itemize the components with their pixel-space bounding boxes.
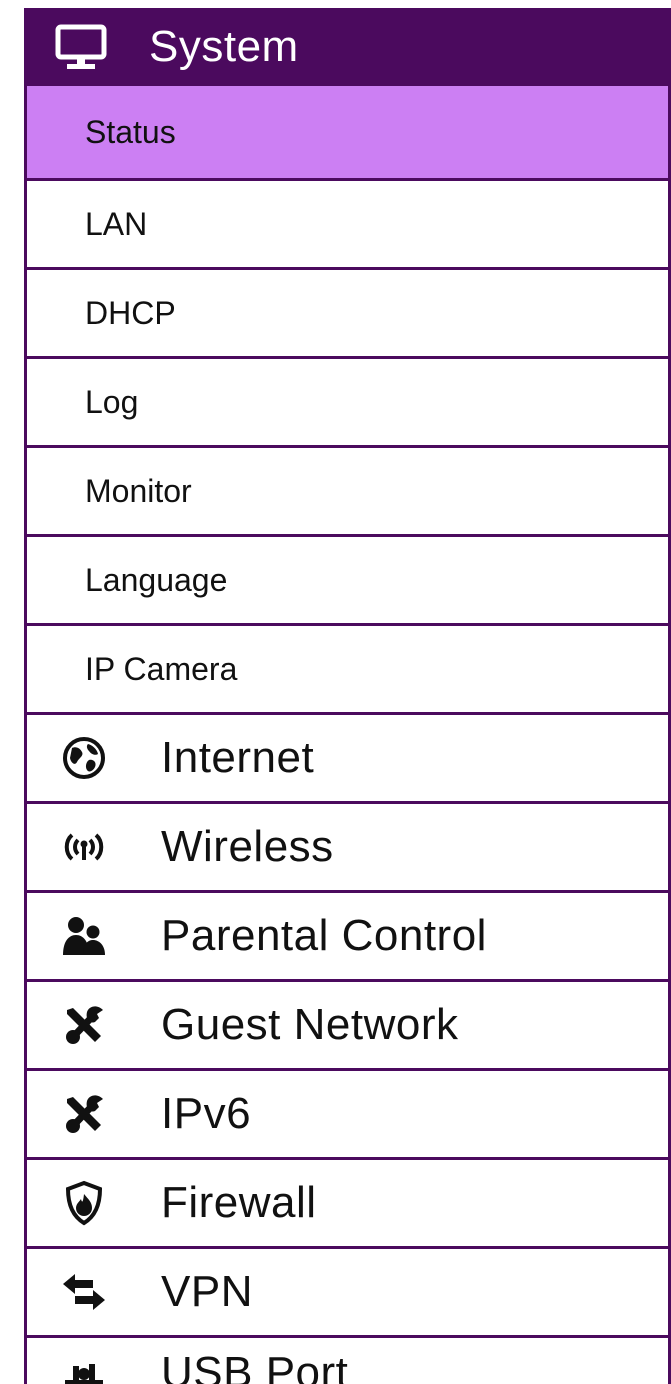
menu-section-label: IPv6 [161,1089,252,1138]
submenu-item-lan[interactable]: LAN [27,178,668,267]
menu-section-system[interactable]: System [27,8,668,86]
arrows-exchange-icon [55,1268,113,1316]
menu-section-vpn[interactable]: VPN [27,1246,668,1335]
menu-section-label: USB Port [161,1348,349,1384]
menu-section-label: VPN [161,1267,253,1316]
wireless-icon [55,823,113,871]
menu-section-ipv6[interactable]: IPv6 [27,1068,668,1157]
menu-section-label: Internet [161,733,315,782]
tools-icon [55,1001,113,1049]
menu-section-firewall[interactable]: Firewall [27,1157,668,1246]
menu-section-wireless[interactable]: Wireless [27,801,668,890]
submenu-item-monitor[interactable]: Monitor [27,445,668,534]
usb-icon [55,1348,113,1384]
submenu-item-ip-camera[interactable]: IP Camera [27,623,668,712]
menu-section-label: Wireless [161,822,334,871]
side-navigation-menu: System Status LAN DHCP Log Monitor Langu… [24,8,671,1384]
tools-icon [55,1090,113,1138]
menu-section-label: System [149,22,299,71]
menu-section-usb-port[interactable]: USB Port [27,1335,668,1384]
globe-icon [55,734,113,782]
menu-section-label: Parental Control [161,911,487,960]
users-icon [55,912,113,960]
menu-section-internet[interactable]: Internet [27,712,668,801]
menu-section-guest-network[interactable]: Guest Network [27,979,668,1068]
submenu-item-status[interactable]: Status [27,86,668,178]
submenu-item-dhcp[interactable]: DHCP [27,267,668,356]
menu-section-parental-control[interactable]: Parental Control [27,890,668,979]
monitor-icon [55,24,107,70]
submenu-item-language[interactable]: Language [27,534,668,623]
shield-fire-icon [55,1179,113,1227]
submenu-item-log[interactable]: Log [27,356,668,445]
menu-section-label: Firewall [161,1178,317,1227]
menu-section-label: Guest Network [161,1000,459,1049]
